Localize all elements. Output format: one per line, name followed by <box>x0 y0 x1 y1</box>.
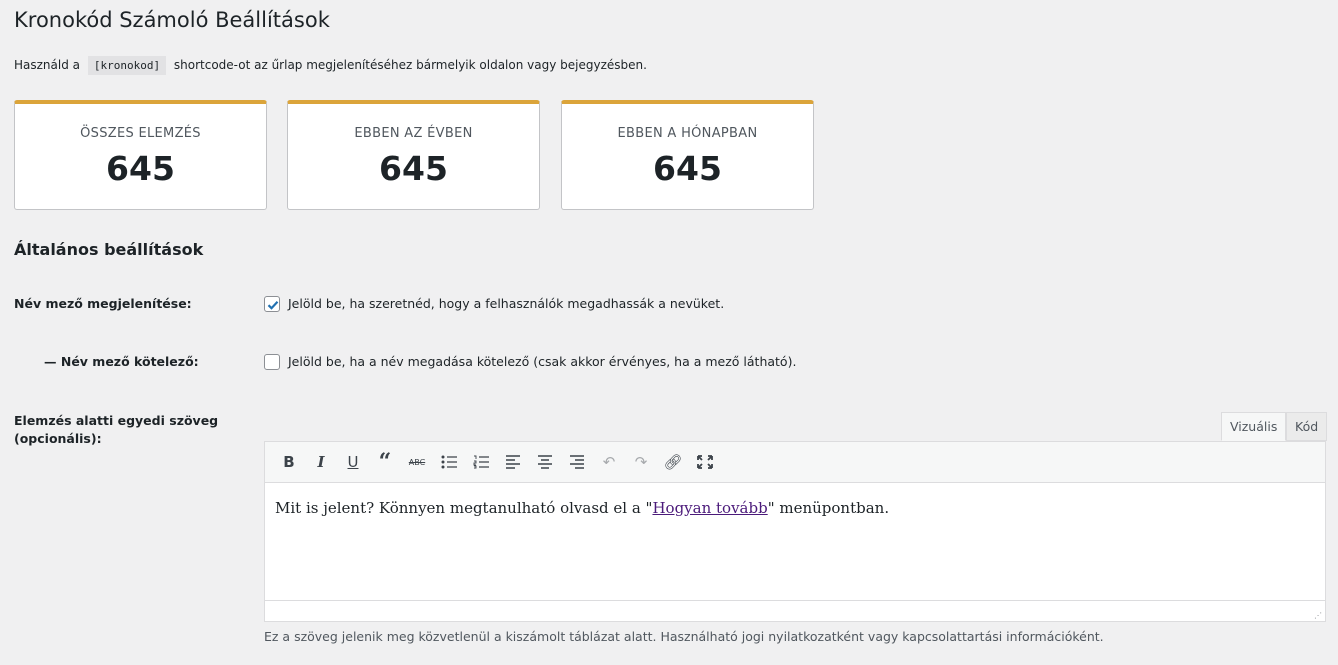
show-name-row: Jelöld be, ha szeretnéd, hogy a felhaszn… <box>264 295 724 312</box>
link-icon[interactable]: 🔗︎ <box>657 448 689 476</box>
align-right-icon[interactable] <box>561 448 593 476</box>
undo-icon[interactable]: ↶ <box>593 448 625 476</box>
rich-text-editor: B I U “ ABC ↶ ↷ 🔗︎ Mit is jelent? Könnye… <box>264 441 1326 622</box>
content-text: Mit is jelent? Könnyen megtanulható olva… <box>275 499 653 517</box>
show-name-checkbox[interactable] <box>264 295 280 312</box>
custom-text-label: Elemzés alatti egyedi szöveg (opcionális)… <box>14 412 218 448</box>
numbered-list-icon[interactable] <box>465 448 497 476</box>
blockquote-icon[interactable]: “ <box>369 448 401 476</box>
editor-help-text: Ez a szöveg jelenik meg közvetlenül a ki… <box>264 629 1104 644</box>
shortcode: [kronokod] <box>87 56 167 75</box>
label-line: (opcionális): <box>14 431 102 446</box>
shortcode-description: Használd a [kronokod] shortcode-ot az űr… <box>14 56 647 75</box>
check-icon <box>267 300 279 310</box>
italic-icon[interactable]: I <box>305 448 337 476</box>
show-name-label: Név mező megjelenítése: <box>14 296 192 311</box>
name-required-checkbox[interactable] <box>264 353 280 370</box>
stat-label: EBBEN AZ ÉVBEN <box>354 126 473 141</box>
name-required-label: — Név mező kötelező: <box>44 354 199 369</box>
desc-after: shortcode-ot az űrlap megjelenítéséhez b… <box>173 58 647 72</box>
label-line: Elemzés alatti egyedi szöveg <box>14 413 219 428</box>
name-required-text: Jelöld be, ha a név megadása kötelező (c… <box>288 354 797 369</box>
stat-value: 645 <box>653 149 722 188</box>
stat-card-month: EBBEN A HÓNAPBAN 645 <box>561 100 814 210</box>
fullscreen-icon[interactable] <box>689 448 721 476</box>
name-required-row: Jelöld be, ha a név megadása kötelező (c… <box>264 353 796 370</box>
stat-label: EBBEN A HÓNAPBAN <box>617 126 758 141</box>
content-text: " menüpontban. <box>767 499 890 517</box>
stat-card-total: ÖSSZES ELEMZÉS 645 <box>14 100 267 210</box>
section-title: Általános beállítások <box>14 240 204 259</box>
editor-statusbar: ⋰ <box>265 600 1325 621</box>
bold-icon[interactable]: B <box>273 448 305 476</box>
tab-visual[interactable]: Vizuális <box>1221 412 1287 441</box>
stat-value: 645 <box>379 149 448 188</box>
editor-content[interactable]: Mit is jelent? Könnyen megtanulható olva… <box>265 483 1325 600</box>
desc-before: Használd a <box>14 58 81 72</box>
show-name-text: Jelöld be, ha szeretnéd, hogy a felhaszn… <box>288 296 725 311</box>
tab-code[interactable]: Kód <box>1286 412 1328 441</box>
strikethrough-icon[interactable]: ABC <box>401 448 433 476</box>
align-center-icon[interactable] <box>529 448 561 476</box>
resize-handle-icon[interactable]: ⋰ <box>1314 611 1322 620</box>
underline-icon[interactable]: U <box>337 448 369 476</box>
bullet-list-icon[interactable] <box>433 448 465 476</box>
stat-card-year: EBBEN AZ ÉVBEN 645 <box>287 100 540 210</box>
align-left-icon[interactable] <box>497 448 529 476</box>
stat-value: 645 <box>106 149 175 188</box>
page-title: Kronokód Számoló Beállítások <box>14 8 330 32</box>
stat-label: ÖSSZES ELEMZÉS <box>80 126 201 141</box>
editor-toolbar: B I U “ ABC ↶ ↷ 🔗︎ <box>265 442 1325 483</box>
redo-icon[interactable]: ↷ <box>625 448 657 476</box>
hogyan-tovabb-link[interactable]: Hogyan tovább <box>652 499 767 517</box>
